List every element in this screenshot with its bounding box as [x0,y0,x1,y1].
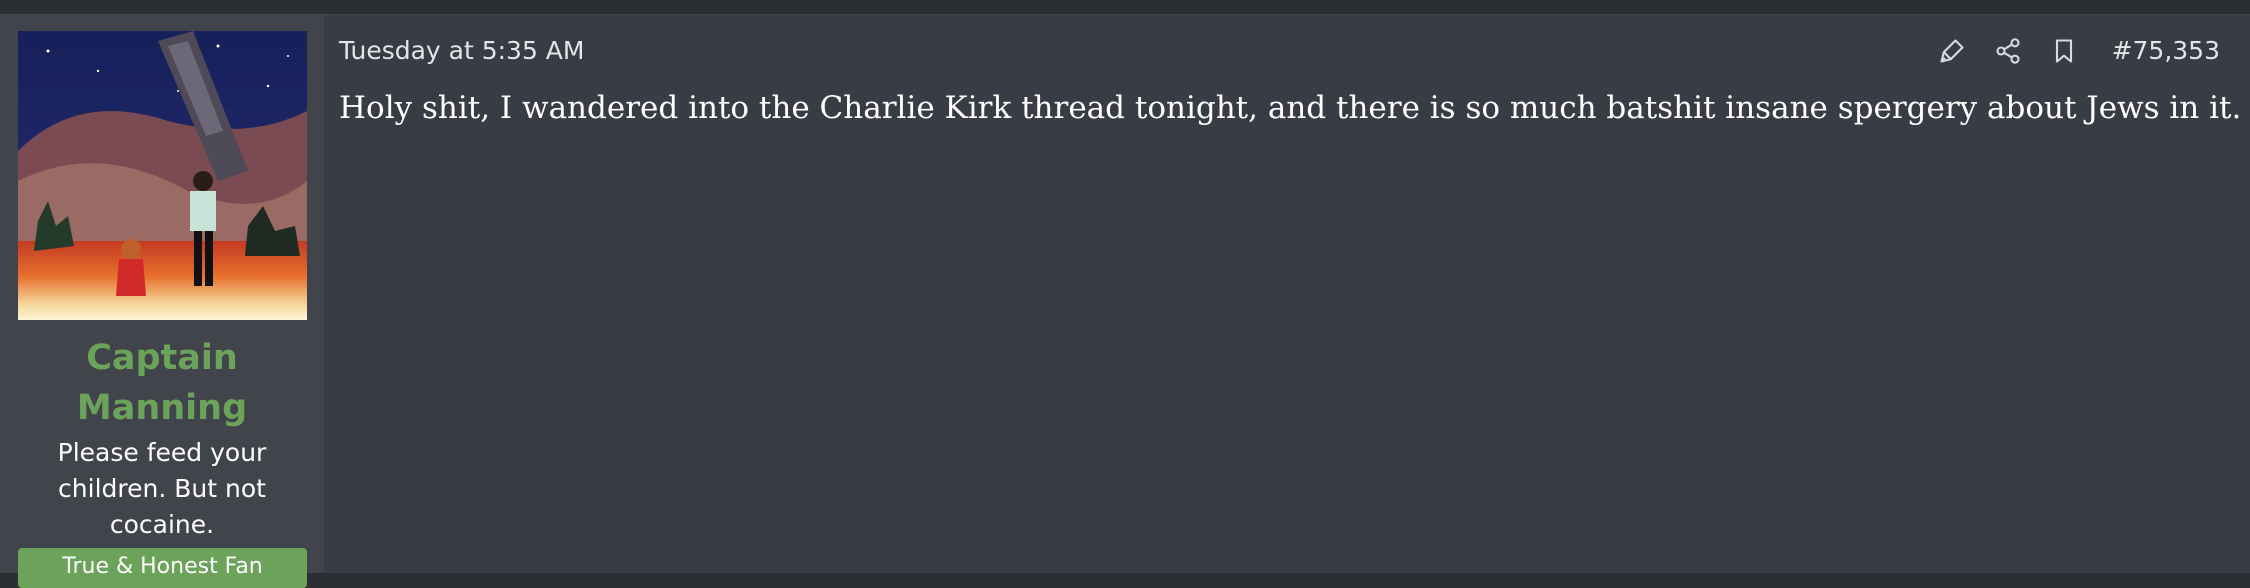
avatar[interactable] [18,31,307,320]
user-banner: True & Honest Fan [18,548,307,588]
post-number-link[interactable]: #75,353 [2112,33,2220,69]
avatar-image [18,31,307,320]
post-actions: #75,353 [1934,33,2220,69]
bookmark-icon[interactable] [2046,33,2082,69]
post-timestamp[interactable]: Tuesday at 5:35 AM [339,33,584,69]
message-body: Holy shit, I wandered into the Charlie K… [339,90,2242,126]
username[interactable]: Captain Manning [0,333,324,433]
message-post: Captain Manning Please feed your childre… [0,14,2250,588]
highlighter-icon[interactable] [1934,33,1970,69]
message-user-column: Captain Manning Please feed your childre… [0,15,324,588]
share-icon[interactable] [1990,33,2026,69]
user-title: Please feed your children. But not cocai… [57,438,267,539]
